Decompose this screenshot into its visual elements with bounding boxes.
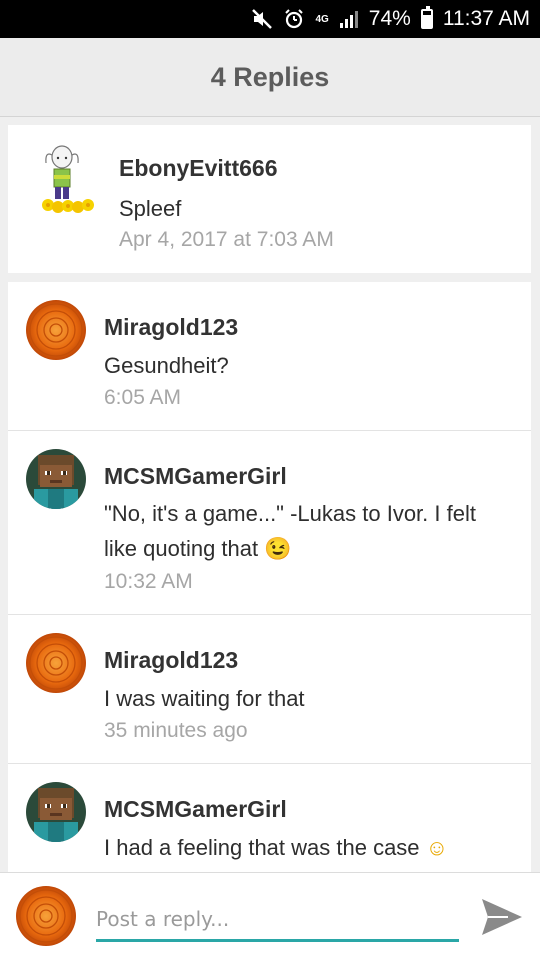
mute-icon [251, 8, 273, 30]
signal-icon [339, 9, 359, 29]
clock: 11:37 AM [442, 7, 530, 30]
avatar-minecraft-character[interactable] [26, 449, 86, 509]
reply-item: Miragold123 Gesundheit? 6:05 AM [8, 282, 531, 431]
reply-message-wrapper: "No, it's a game..." -Lukas to Ivor. I f… [104, 496, 514, 566]
original-post-avatar[interactable] [40, 145, 100, 217]
reply-item: MCSMGamerGirl "No, it's a game..." -Luka… [8, 431, 531, 615]
reply-message-wrapper: I had a feeling that was the case ☺ [104, 830, 514, 865]
reply-message: Gesundheit? [104, 353, 229, 378]
reply-author[interactable]: Miragold123 [104, 314, 238, 341]
replies-list: Miragold123 Gesundheit? 6:05 AM MCSMGame… [8, 282, 531, 872]
avatar-marigold[interactable] [26, 633, 86, 693]
status-icons: 4G 74% 11:37 AM [251, 0, 530, 38]
smile-emoji-icon: ☺ [425, 835, 449, 860]
reply-bar [0, 872, 540, 961]
alarm-icon [283, 8, 305, 30]
reply-timestamp: 10:32 AM [104, 570, 193, 593]
battery-icon [420, 6, 433, 29]
network-type-label: 4G [315, 13, 329, 25]
reply-item: Miragold123 I was waiting for that 35 mi… [8, 615, 531, 764]
page-title: 4 Replies [210, 61, 330, 92]
current-user-avatar [16, 886, 76, 946]
reply-timestamp: 35 minutes ago [104, 719, 248, 742]
header: 4 Replies [0, 38, 540, 117]
original-post-author[interactable]: EbonyEvitt666 [119, 155, 278, 182]
original-post-timestamp: Apr 4, 2017 at 7:03 AM [119, 228, 334, 251]
status-bar: 4G 74% 11:37 AM [0, 0, 540, 38]
reply-item: MCSMGamerGirl I had a feeling that was t… [8, 764, 531, 872]
reply-author[interactable]: Miragold123 [104, 647, 238, 674]
avatar-minecraft-character[interactable] [26, 782, 86, 842]
reply-input[interactable] [96, 898, 459, 942]
send-icon [482, 899, 522, 935]
original-post-card: EbonyEvitt666 Spleef Apr 4, 2017 at 7:03… [8, 125, 531, 273]
wink-emoji-icon: 😉 [264, 536, 292, 561]
reply-message: I had a feeling that was the case [104, 835, 420, 860]
avatar-marigold[interactable] [26, 300, 86, 360]
reply-message: I was waiting for that [104, 686, 305, 711]
battery-percent: 74% [368, 7, 411, 30]
send-button[interactable] [478, 893, 526, 941]
reply-timestamp: 6:05 AM [104, 386, 182, 409]
reply-author[interactable]: MCSMGamerGirl [104, 463, 287, 490]
reply-author[interactable]: MCSMGamerGirl [104, 796, 287, 823]
original-post-message: Spleef [119, 196, 182, 221]
